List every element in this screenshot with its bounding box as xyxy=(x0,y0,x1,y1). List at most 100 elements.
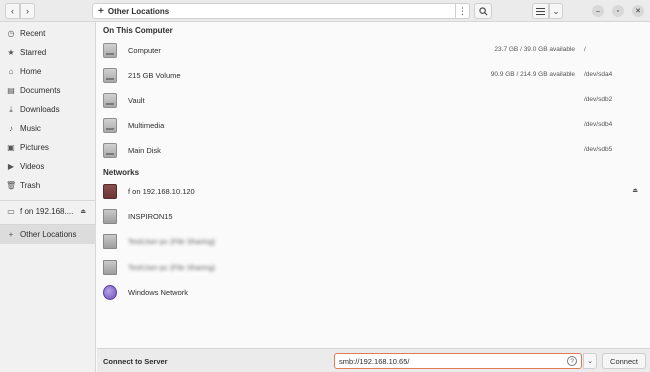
eject-icon[interactable]: ⏏ xyxy=(632,187,638,194)
eject-icon[interactable]: ⏏ xyxy=(80,208,86,215)
sidebar-item-pictures[interactable]: ▣ Pictures xyxy=(0,138,96,157)
location-name: INSPIRON15 xyxy=(128,212,173,221)
drive-icon xyxy=(103,43,117,58)
path-menu-button[interactable]: ⋮ xyxy=(455,3,469,19)
sidebar-divider xyxy=(0,200,96,201)
sidebar-item-label: Trash xyxy=(20,181,41,190)
chevron-right-icon: › xyxy=(26,6,29,16)
star-icon: ★ xyxy=(7,48,15,57)
plus-icon: + xyxy=(8,230,14,239)
locations-view: On This Computer Computer 23.7 GB / 39.0… xyxy=(97,22,650,348)
location-space: 23.7 GB / 39.0 GB available xyxy=(494,46,575,53)
connect-bar: Connect to Server ? ⌄ Connect xyxy=(97,348,650,372)
location-name: Windows Network xyxy=(128,288,189,297)
document-icon: ▤ xyxy=(7,86,15,95)
location-device: /dev/sdb4 xyxy=(584,121,613,128)
path-title[interactable]: Other Locations xyxy=(108,7,169,16)
section-title-computer: On This Computer xyxy=(103,26,173,35)
connect-to-server-label: Connect to Server xyxy=(103,357,168,366)
sidebar-item-starred[interactable]: ★ Starred xyxy=(0,43,96,62)
network-folder-icon: ▭ xyxy=(7,207,15,216)
header-bar: ‹ › + Other Locations ⋮ ⌄ – ▫ ✕ xyxy=(0,0,650,22)
maximize-icon: ▫ xyxy=(616,7,620,15)
drive-icon xyxy=(103,143,117,158)
sidebar-item-other-locations[interactable]: + Other Locations xyxy=(0,225,96,244)
sidebar-item-documents[interactable]: ▤ Documents xyxy=(0,81,96,100)
search-button[interactable] xyxy=(474,3,492,19)
globe-icon xyxy=(103,285,117,300)
sidebar-item-label: Home xyxy=(20,67,42,76)
server-address-input[interactable] xyxy=(334,353,582,369)
music-note-icon: ♪ xyxy=(9,124,13,133)
vertical-ellipsis-icon: ⋮ xyxy=(458,5,467,16)
minimize-button[interactable]: – xyxy=(592,5,604,17)
network-folder-icon xyxy=(103,184,117,199)
sidebar: ◷ Recent ★ Starred ⌂ Home ▤ Documents ⤓ … xyxy=(0,22,96,372)
chevron-left-icon: ‹ xyxy=(11,6,14,16)
home-icon: ⌂ xyxy=(8,67,14,76)
minimize-icon: – xyxy=(596,7,600,15)
sidebar-item-label: Downloads xyxy=(20,105,60,114)
network-row[interactable]: Windows Network xyxy=(97,280,650,305)
location-name: Vault xyxy=(128,96,145,105)
clock-icon: ◷ xyxy=(7,29,15,38)
server-icon xyxy=(103,234,117,249)
view-options-button[interactable]: ⌄ xyxy=(549,3,563,19)
server-icon xyxy=(103,260,117,275)
section-title-networks: Networks xyxy=(103,168,140,177)
location-name: f on 192.168.10.120 xyxy=(128,187,195,196)
location-device: /dev/sda4 xyxy=(584,71,613,78)
network-row[interactable]: f on 192.168.10.120 ⏏ xyxy=(97,179,650,204)
location-row[interactable]: Computer 23.7 GB / 39.0 GB available / xyxy=(97,38,650,63)
video-icon: ▶ xyxy=(7,162,15,171)
sidebar-item-music[interactable]: ♪ Music xyxy=(0,119,96,138)
trash-icon: 🗑 xyxy=(6,181,17,190)
connect-button[interactable]: Connect xyxy=(602,353,646,369)
drive-icon xyxy=(103,68,117,83)
location-row[interactable]: Main Disk /dev/sdb5 xyxy=(97,138,650,163)
search-icon xyxy=(478,6,487,15)
forward-button[interactable]: › xyxy=(20,3,35,19)
location-name: Computer xyxy=(128,46,161,55)
location-name: 215 GB Volume xyxy=(128,71,181,80)
location-row[interactable]: Multimedia /dev/sdb4 xyxy=(97,113,650,138)
network-row[interactable]: TestUser-pc (File Sharing) xyxy=(97,255,650,280)
network-row[interactable]: TestUser-pc (File Sharing) xyxy=(97,229,650,254)
location-device: / xyxy=(584,46,586,53)
drive-icon xyxy=(103,118,117,133)
sidebar-item-videos[interactable]: ▶ Videos xyxy=(0,157,96,176)
picture-icon: ▣ xyxy=(7,143,15,152)
back-button[interactable]: ‹ xyxy=(5,3,20,19)
maximize-button[interactable]: ▫ xyxy=(612,5,624,17)
location-device: /dev/sdb2 xyxy=(584,96,613,103)
sidebar-item-label: Videos xyxy=(20,162,45,171)
sidebar-item-label: Recent xyxy=(20,29,46,38)
recent-servers-dropdown[interactable]: ⌄ xyxy=(583,353,597,369)
download-icon: ⤓ xyxy=(9,104,13,114)
drive-icon xyxy=(103,93,117,108)
location-row[interactable]: Vault /dev/sdb2 xyxy=(97,88,650,113)
location-name: TestUser-pc (File Sharing) xyxy=(128,263,216,272)
sidebar-item-recent[interactable]: ◷ Recent xyxy=(0,24,96,43)
view-toggle-button[interactable] xyxy=(532,3,549,19)
path-bar[interactable]: + Other Locations ⋮ xyxy=(92,3,470,19)
sidebar-item-trash[interactable]: 🗑 Trash xyxy=(0,176,96,195)
sidebar-item-label: Starred xyxy=(20,48,47,57)
location-name: Main Disk xyxy=(128,146,161,155)
help-icon[interactable]: ? xyxy=(567,356,577,366)
sidebar-item-label: Documents xyxy=(20,86,61,95)
location-name: Multimedia xyxy=(128,121,165,130)
network-row[interactable]: INSPIRON15 xyxy=(97,204,650,229)
chevron-down-icon: ⌄ xyxy=(587,358,593,365)
sidebar-item-network-mount[interactable]: ▭ f on 192.168.... ⏏ xyxy=(0,202,96,221)
list-view-icon xyxy=(536,7,545,15)
location-row[interactable]: 215 GB Volume 90.9 GB / 214.9 GB availab… xyxy=(97,63,650,88)
location-name: TestUser-pc (File Sharing) xyxy=(128,237,216,246)
close-icon: ✕ xyxy=(635,8,641,15)
sidebar-item-label: Pictures xyxy=(20,143,49,152)
chevron-down-icon: ⌄ xyxy=(552,5,560,16)
close-button[interactable]: ✕ xyxy=(632,5,644,17)
sidebar-item-home[interactable]: ⌂ Home xyxy=(0,62,96,81)
sidebar-item-downloads[interactable]: ⤓ Downloads xyxy=(0,100,96,119)
sidebar-item-label: f on 192.168.... xyxy=(20,207,74,216)
